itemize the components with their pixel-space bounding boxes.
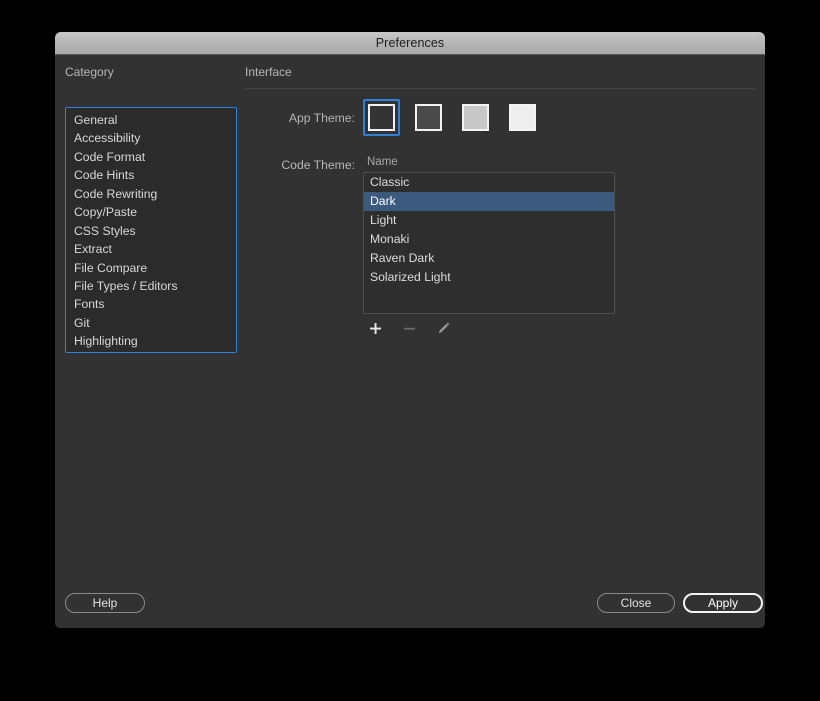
- plus-icon[interactable]: [367, 320, 383, 336]
- sidebar-item-highlighting[interactable]: Highlighting: [66, 332, 236, 350]
- code-theme-item-monaki[interactable]: Monaki: [364, 230, 614, 249]
- code-theme-column-header: Name: [367, 156, 398, 168]
- code-theme-item-dark[interactable]: Dark: [364, 192, 614, 211]
- dialog-content: Category General Accessibility Code Format…: [55, 55, 765, 628]
- dialog-footer: Help Close Apply: [55, 578, 765, 628]
- apply-button[interactable]: Apply: [683, 593, 763, 613]
- category-pane: Category General Accessibility Code Format…: [55, 55, 245, 628]
- help-button[interactable]: Help: [65, 593, 145, 613]
- code-theme-item-classic[interactable]: Classic: [364, 173, 614, 192]
- code-theme-list-items: Classic Dark Light Monaki Raven Dark Solarize…: [364, 173, 614, 287]
- app-theme-swatch-1[interactable]: [363, 99, 400, 136]
- minus-icon: [401, 320, 417, 336]
- app-theme-swatches: [363, 99, 541, 136]
- code-theme-item-raven-dark[interactable]: Raven Dark: [364, 249, 614, 268]
- sidebar-item-copy-paste[interactable]: Copy/Paste: [66, 203, 236, 221]
- app-theme-swatch-2[interactable]: [410, 99, 447, 136]
- page-title: Interface: [245, 65, 292, 79]
- code-theme-item-solarized-light[interactable]: Solarized Light: [364, 268, 614, 287]
- code-theme-toolbar: [367, 318, 451, 338]
- app-theme-swatch-color: [509, 104, 536, 131]
- sidebar-item-accessibility[interactable]: Accessibility: [66, 129, 236, 147]
- sidebar-item-css-styles[interactable]: CSS Styles: [66, 222, 236, 240]
- close-button[interactable]: Close: [597, 593, 675, 613]
- sidebar-item-git[interactable]: Git: [66, 314, 236, 332]
- code-theme-list[interactable]: Classic Dark Light Monaki Raven Dark Solarize…: [363, 172, 615, 314]
- sidebar-item-extract[interactable]: Extract: [66, 240, 236, 258]
- sidebar-item-file-types-editors[interactable]: File Types / Editors: [66, 277, 236, 295]
- code-theme-item-light[interactable]: Light: [364, 211, 614, 230]
- window-titlebar[interactable]: Preferences: [55, 32, 765, 55]
- interface-settings-pane: Interface App Theme: Code Theme: Name Cl…: [245, 55, 765, 628]
- app-theme-swatch-3[interactable]: [457, 99, 494, 136]
- category-pane-label: Category: [65, 65, 114, 79]
- sidebar-item-in-app-updates[interactable]: In-App Updates: [66, 351, 236, 352]
- sidebar-item-fonts[interactable]: Fonts: [66, 295, 236, 313]
- sidebar-item-file-compare[interactable]: File Compare: [66, 259, 236, 277]
- header-divider: [245, 88, 755, 89]
- app-theme-swatch-color: [368, 104, 395, 131]
- code-theme-label: Code Theme:: [281, 158, 355, 172]
- category-list-items: General Accessibility Code Format Code Hint…: [66, 108, 236, 352]
- window-title: Preferences: [375, 36, 445, 50]
- pencil-icon[interactable]: [435, 320, 451, 336]
- app-theme-label: App Theme:: [288, 111, 355, 125]
- preferences-dialog: Preferences Category General Accessibilit…: [55, 32, 765, 628]
- app-theme-swatch-color: [462, 104, 489, 131]
- sidebar-item-code-rewriting[interactable]: Code Rewriting: [66, 185, 236, 203]
- app-theme-swatch-4[interactable]: [504, 99, 541, 136]
- app-theme-swatch-color: [415, 104, 442, 131]
- category-list[interactable]: General Accessibility Code Format Code Hint…: [65, 107, 237, 353]
